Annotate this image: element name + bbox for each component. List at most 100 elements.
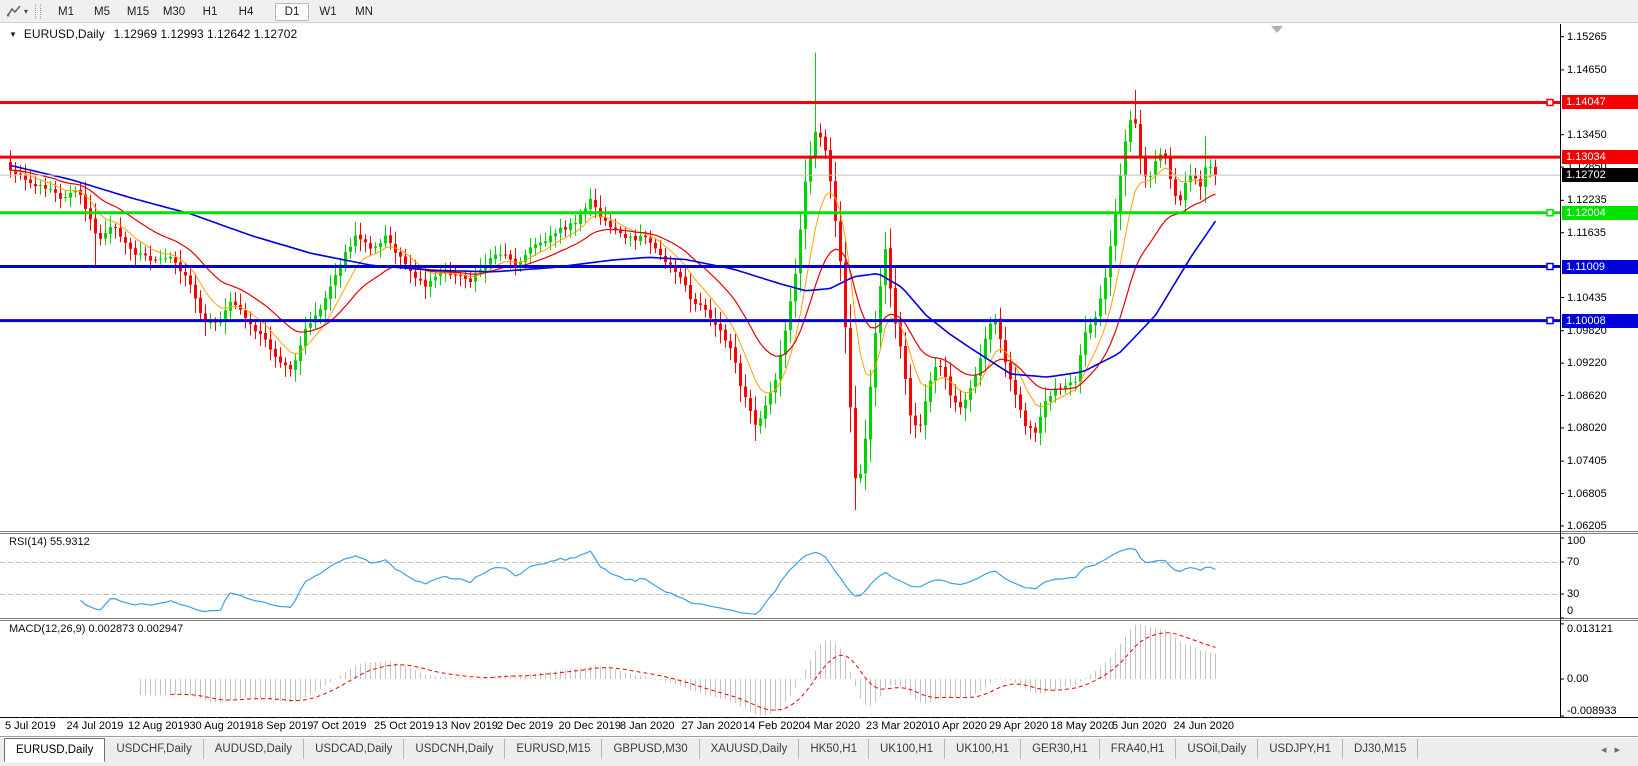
price-axis-tick: 1.14650 — [1567, 63, 1607, 76]
tab-usdjpy-h1[interactable]: USDJPY,H1 — [1258, 739, 1343, 759]
timeframe-button-h1[interactable]: H1 — [193, 3, 227, 21]
tab-ger30-h1[interactable]: GER30,H1 — [1021, 739, 1100, 759]
chart-title: ▼ EURUSD,Daily 1.12969 1.12993 1.12642 1… — [9, 27, 297, 41]
timeframe-button-d1[interactable]: D1 — [275, 2, 310, 21]
price-axis-tick: 1.08020 — [1567, 421, 1607, 434]
pane-divider[interactable] — [0, 620, 1638, 621]
macd-axis-tick: 0.00 — [1567, 673, 1589, 685]
date-axis-label: 10 Apr 2020 — [927, 720, 987, 732]
chart-shift-marker-icon[interactable] — [1271, 26, 1283, 33]
macd-label: MACD(12,26,9) 0.002873 0.002947 — [9, 623, 184, 635]
tab-eurusd-daily[interactable]: EURUSD,Daily — [4, 738, 106, 762]
tab-dj30-m15[interactable]: DJ30,M15 — [1343, 739, 1419, 759]
line-handle[interactable] — [1546, 316, 1554, 325]
date-axis-label: 7 Oct 2019 — [312, 720, 367, 732]
timeframe-toolbar: ▾ M1 M5 M15 M30 H1 H4 D1 W1 MN — [0, 0, 1638, 23]
price-axis-tick: 1.06805 — [1567, 487, 1607, 500]
price-line-tag: 1.13034 — [1562, 150, 1638, 165]
tab-eurusd-m15[interactable]: EURUSD,M15 — [505, 739, 603, 759]
line-handle[interactable] — [1546, 262, 1554, 271]
date-axis-label: 13 Nov 2019 — [435, 720, 498, 732]
price-axis-tick: 1.13450 — [1567, 128, 1607, 141]
line-handle[interactable] — [1546, 98, 1554, 107]
price-axis-tick: 1.06205 — [1567, 519, 1607, 532]
timeframe-button-h4[interactable]: H4 — [229, 3, 263, 21]
pane-divider[interactable] — [0, 533, 1638, 534]
rsi-axis-tick: 70 — [1567, 556, 1580, 568]
chart-symbol-period: EURUSD,Daily — [23, 27, 105, 41]
tab-audusd-daily[interactable]: AUDUSD,Daily — [204, 739, 305, 759]
macd-axis-tick: 0.013121 — [1567, 623, 1613, 635]
ma-fast-line — [10, 167, 1216, 408]
draw-tool-icon[interactable] — [5, 2, 23, 20]
date-axis-label: 24 Jul 2019 — [66, 720, 124, 732]
date-axis-label: 18 May 2020 — [1050, 720, 1115, 732]
toolbar-dropdown-caret-icon[interactable]: ▾ — [24, 7, 28, 16]
date-axis-label: 23 Mar 2020 — [866, 720, 928, 732]
tab-usoil-daily[interactable]: USOil,Daily — [1176, 739, 1259, 759]
timeframe-button-m1[interactable]: M1 — [49, 3, 83, 21]
ma-slow-line — [10, 164, 1217, 378]
price-axis-tick: 1.07405 — [1567, 455, 1607, 468]
chart-collapse-icon[interactable]: ▼ — [9, 30, 17, 39]
line-handle[interactable] — [1546, 209, 1554, 217]
rsi-axis-tick: 100 — [1567, 535, 1586, 547]
price-axis-tick: 1.08620 — [1567, 389, 1607, 402]
macd-signal-line — [170, 632, 1216, 711]
price-line-tag: 1.12004 — [1562, 205, 1638, 220]
date-axis-label: 29 Apr 2020 — [989, 720, 1049, 732]
tab-scroll-left-icon[interactable]: ◂ — [1601, 744, 1615, 756]
rsi-axis-tick: 0 — [1567, 605, 1574, 617]
tab-scroll-right-icon[interactable]: ▸ — [1614, 744, 1628, 756]
timeframe-button-m30[interactable]: M30 — [157, 3, 191, 21]
timeframe-button-m15[interactable]: M15 — [121, 3, 155, 21]
rsi-label: RSI(14) 55.9312 — [9, 536, 90, 548]
pane-divider[interactable] — [0, 618, 1638, 619]
chart-ohlc-values: 1.12969 1.12993 1.12642 1.12702 — [113, 27, 298, 41]
tab-uk100-h1[interactable]: UK100,H1 — [945, 739, 1022, 759]
chart-plot-area[interactable] — [0, 23, 1638, 718]
chart-window: ▼ EURUSD,Daily 1.12969 1.12993 1.12642 1… — [0, 23, 1638, 736]
tab-scroll-arrows: ◂▸ — [1601, 743, 1628, 756]
rsi-axis-tick: 30 — [1567, 588, 1580, 600]
timeframe-button-mn[interactable]: MN — [347, 3, 381, 21]
tab-hk50-h1[interactable]: HK50,H1 — [799, 739, 869, 759]
timeframe-button-w1[interactable]: W1 — [311, 3, 345, 21]
candles-group — [9, 52, 1217, 510]
date-axis-label: 5 Jun 2020 — [1112, 720, 1167, 732]
timeframe-button-m5[interactable]: M5 — [85, 3, 119, 21]
price-axis-tick: 1.09220 — [1567, 357, 1607, 370]
price-axis-tick: 1.10435 — [1567, 291, 1607, 304]
tab-gbpusd-m30[interactable]: GBPUSD,M30 — [602, 739, 700, 759]
tab-usdcad-daily[interactable]: USDCAD,Daily — [304, 739, 405, 759]
date-axis-label: 24 Jun 2020 — [1173, 720, 1235, 732]
price-line-tag: 1.10008 — [1562, 313, 1638, 328]
tab-usdchf-daily[interactable]: USDCHF,Daily — [105, 739, 204, 759]
date-axis-label: 8 Jan 2020 — [620, 720, 675, 732]
date-axis-label: 2 Dec 2019 — [497, 720, 554, 732]
price-axis-line — [1560, 24, 1561, 717]
date-axis-label: 18 Sep 2019 — [251, 720, 314, 732]
date-axis-label: 20 Dec 2019 — [558, 720, 621, 732]
tab-xauusd-daily[interactable]: XAUUSD,Daily — [700, 739, 800, 759]
macd-histogram — [140, 623, 1216, 716]
time-axis-line — [0, 717, 1638, 718]
date-axis-label: 4 Mar 2020 — [804, 720, 861, 732]
date-axis-label: 30 Aug 2019 — [189, 720, 252, 732]
price-axis-tick: 1.15265 — [1567, 30, 1607, 43]
date-axis-label: 12 Aug 2019 — [128, 720, 190, 732]
pane-divider[interactable] — [0, 531, 1638, 532]
date-axis-label: 14 Feb 2020 — [743, 720, 805, 732]
chart-tab-bar: EURUSD,Daily USDCHF,Daily AUDUSD,Daily USDC… — [0, 736, 1638, 766]
date-axis-label: 27 Jan 2020 — [681, 720, 743, 732]
date-axis-label: 25 Oct 2019 — [374, 720, 434, 732]
tab-usdcnh-daily[interactable]: USDCNH,Daily — [404, 739, 506, 759]
tab-fra40-h1[interactable]: FRA40,H1 — [1100, 739, 1177, 759]
toolbar-grip[interactable] — [35, 3, 42, 19]
price-axis-tick: 1.11635 — [1567, 226, 1606, 239]
price-line-tag: 1.14047 — [1562, 95, 1638, 110]
tab-uk100-h1[interactable]: UK100,H1 — [869, 739, 946, 759]
current-price-tag: 1.12702 — [1562, 168, 1638, 183]
rsi-line — [80, 547, 1216, 615]
timeframe-buttons: M1 M5 M15 M30 H1 H4 D1 W1 MN — [48, 2, 392, 21]
